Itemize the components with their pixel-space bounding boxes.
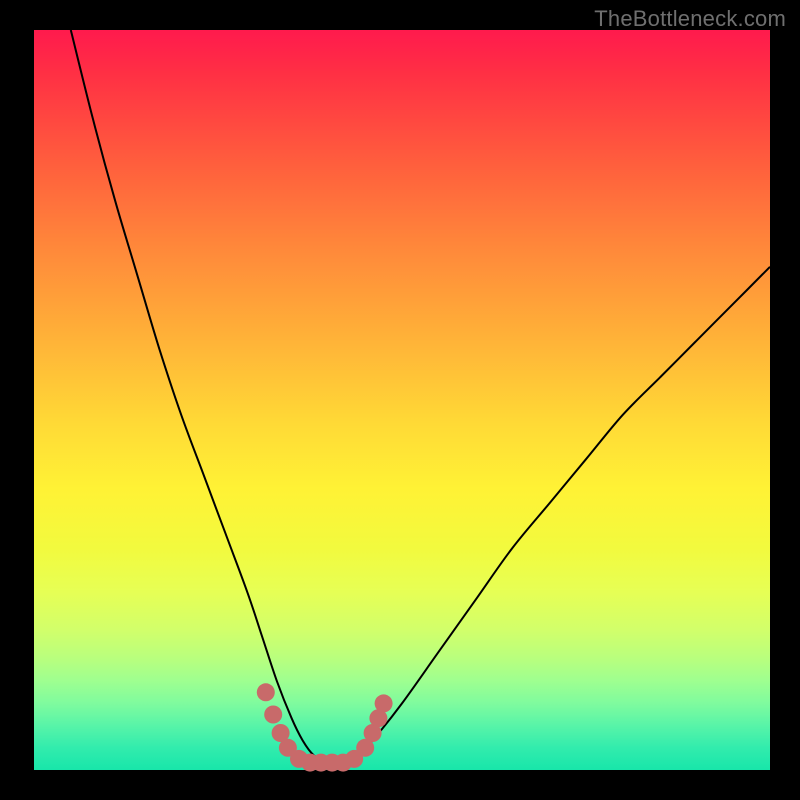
- watermark-text: TheBottleneck.com: [594, 6, 786, 32]
- valley-markers: [257, 683, 393, 771]
- bottleneck-curve: [71, 30, 770, 764]
- valley-marker-dot: [257, 683, 275, 701]
- valley-marker-dot: [375, 694, 393, 712]
- curve-layer: [34, 30, 770, 770]
- chart-frame: TheBottleneck.com: [0, 0, 800, 800]
- plot-area: [34, 30, 770, 770]
- valley-marker-dot: [264, 706, 282, 724]
